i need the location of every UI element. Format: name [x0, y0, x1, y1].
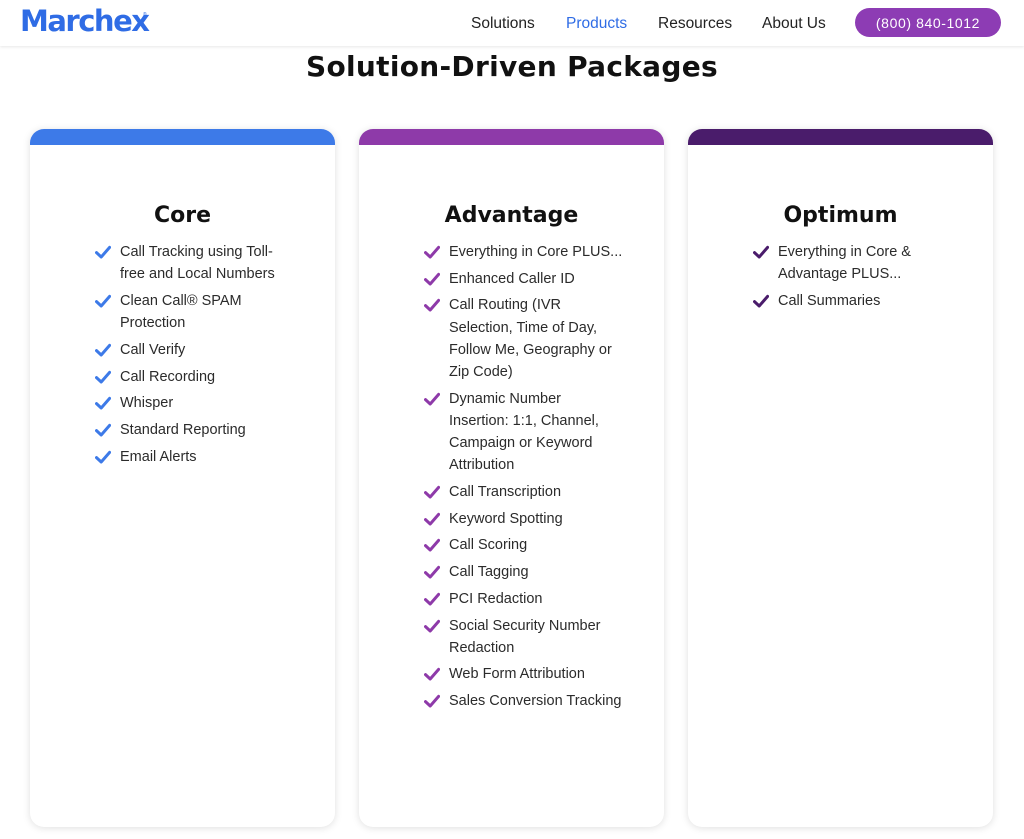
feature-item: Standard Reporting: [95, 419, 295, 441]
marchex-logo[interactable]: Marchex: [20, 4, 150, 38]
feature-label: Call Tracking using Toll-free and Local …: [120, 244, 275, 283]
package-card-advantage: Advantage Everything in Core PLUS... Enha…: [359, 129, 664, 827]
feature-item: Everything in Core & Advantage PLUS...: [753, 241, 953, 285]
feature-item: Enhanced Caller ID: [424, 268, 624, 290]
checkmark-icon: [753, 294, 769, 308]
checkmark-icon: [424, 299, 440, 312]
feature-item: PCI Redaction: [424, 588, 624, 610]
card-color-bar: [30, 129, 335, 145]
nav-products[interactable]: Products: [566, 15, 627, 33]
feature-label: Standard Reporting: [120, 421, 246, 438]
card-color-bar: [359, 129, 664, 145]
checkmark-icon: [753, 245, 769, 259]
package-title: Advantage: [444, 203, 579, 228]
checkmark-icon: [424, 592, 440, 606]
checkmark-icon: [95, 245, 111, 259]
page-title: Solution-Driven Packages: [306, 50, 718, 83]
checkmark-icon: [424, 539, 440, 552]
feature-item: Dynamic Number Insertion: 1:1, Channel, …: [424, 388, 624, 477]
feature-list: Everything in Core PLUS... Enhanced Calle…: [424, 241, 624, 717]
feature-label: Web Form Attribution: [449, 666, 585, 683]
checkmark-icon: [424, 272, 440, 286]
feature-item: Call Routing (IVR Selection, Time of Day…: [424, 294, 624, 383]
card-color-bar: [688, 129, 993, 145]
feature-label: Sales Conversion Tracking: [449, 693, 622, 710]
feature-item: Call Scoring: [424, 534, 624, 556]
checkmark-icon: [95, 343, 111, 357]
feature-item: Call Transcription: [424, 481, 624, 503]
feature-label: Everything in Core & Advantage PLUS...: [778, 244, 911, 283]
feature-item: Whisper: [95, 392, 295, 414]
checkmark-icon: [424, 512, 440, 526]
checkmark-icon: [95, 423, 111, 437]
package-card-optimum: Optimum Everything in Core & Advantage P…: [688, 129, 993, 827]
feature-label: Social Security Number Redaction: [449, 617, 601, 656]
feature-label: PCI Redaction: [449, 590, 543, 607]
feature-item: Call Tagging: [424, 561, 624, 583]
site-header: Marchex ® Solutions Products Resources A…: [0, 0, 1024, 46]
feature-item: Call Verify: [95, 339, 295, 361]
nav-solutions[interactable]: Solutions: [471, 15, 535, 33]
feature-item: Social Security Number Redaction: [424, 615, 624, 659]
feature-item: Everything in Core PLUS...: [424, 241, 624, 263]
checkmark-icon: [424, 245, 440, 259]
feature-label: Email Alerts: [120, 448, 197, 465]
package-title: Optimum: [783, 203, 898, 228]
feature-item: Keyword Spotting: [424, 508, 624, 530]
checkmark-icon: [95, 294, 111, 308]
nav-about-us[interactable]: About Us: [762, 15, 826, 33]
feature-list: Call Tracking using Toll-free and Local …: [95, 241, 295, 472]
feature-item: Clean Call® SPAM Protection: [95, 290, 295, 334]
feature-label: Call Tagging: [449, 564, 529, 581]
checkmark-icon: [95, 450, 111, 464]
checkmark-icon: [424, 668, 440, 681]
feature-label: Call Verify: [120, 341, 186, 358]
phone-button[interactable]: (800) 840-1012: [855, 8, 1001, 37]
feature-item: Call Recording: [95, 366, 295, 388]
checkmark-icon: [424, 566, 440, 579]
feature-item: Web Form Attribution: [424, 663, 624, 685]
logo-trademark: ®: [143, 12, 147, 18]
feature-item: Call Tracking using Toll-free and Local …: [95, 241, 295, 285]
checkmark-icon: [424, 695, 440, 708]
nav-resources[interactable]: Resources: [658, 15, 732, 33]
feature-label: Call Transcription: [449, 484, 562, 501]
checkmark-icon: [424, 485, 440, 499]
feature-item: Call Summaries: [753, 290, 953, 312]
feature-label: Dynamic Number Insertion: 1:1, Channel, …: [449, 390, 599, 474]
checkmark-icon: [424, 619, 440, 633]
feature-label: Call Scoring: [449, 537, 528, 554]
feature-list: Everything in Core & Advantage PLUS... Ca…: [753, 241, 953, 317]
feature-label: Clean Call® SPAM Protection: [120, 292, 242, 332]
feature-label: Call Recording: [120, 368, 216, 385]
feature-label: Keyword Spotting: [449, 510, 563, 527]
feature-label: Enhanced Caller ID: [449, 270, 575, 287]
feature-item: Email Alerts: [95, 446, 295, 468]
checkmark-icon: [424, 392, 440, 406]
feature-label: Call Summaries: [778, 292, 881, 309]
checkmark-icon: [95, 397, 111, 410]
package-title: Core: [153, 203, 212, 228]
feature-label: Whisper: [120, 395, 174, 412]
feature-label: Everything in Core PLUS...: [449, 244, 623, 260]
checkmark-icon: [95, 370, 111, 384]
feature-label: Call Routing (IVR Selection, Time of Day…: [449, 297, 612, 381]
package-card-core: Core Call Tracking using Toll-free and L…: [30, 129, 335, 827]
feature-item: Sales Conversion Tracking: [424, 690, 624, 712]
